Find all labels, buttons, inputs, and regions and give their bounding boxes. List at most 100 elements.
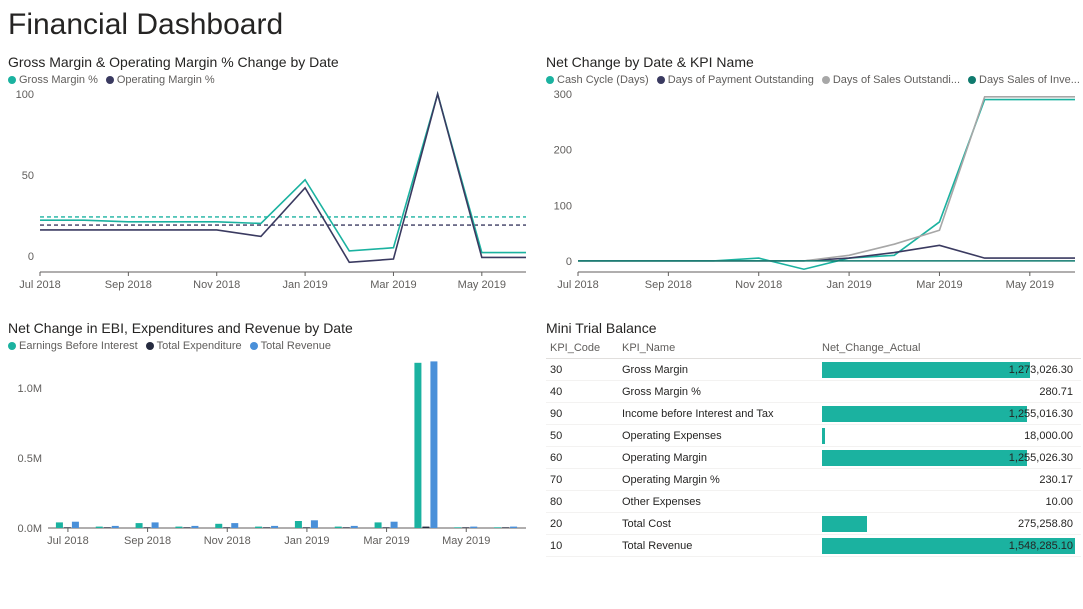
panel-gross-margin: Gross Margin & Operating Margin % Change… [8,54,532,304]
svg-text:Mar 2019: Mar 2019 [363,535,409,547]
legend-swatch [968,76,976,84]
svg-text:Jan 2019: Jan 2019 [826,279,871,291]
svg-text:Sep 2018: Sep 2018 [105,279,152,291]
svg-text:Jul 2018: Jul 2018 [557,279,599,291]
legend-label: Total Revenue [261,340,331,352]
svg-text:Jan 2019: Jan 2019 [282,279,327,291]
svg-text:0: 0 [566,256,572,268]
cell-kpi-name: Operating Margin [618,447,818,469]
legend-label: Earnings Before Interest [19,340,138,352]
table-row[interactable]: 40Gross Margin %280.71 [546,381,1081,403]
legend-label: Days of Sales Outstandi... [833,74,960,86]
table-row[interactable]: 30Gross Margin1,273,026.30 [546,359,1081,381]
legend-swatch [822,76,830,84]
table-row[interactable]: 90Income before Interest and Tax1,255,01… [546,403,1081,425]
svg-text:100: 100 [16,90,34,101]
table-row[interactable]: 60Operating Margin1,255,026.30 [546,447,1081,469]
svg-text:May 2019: May 2019 [1006,279,1054,291]
cell-net-change: 1,273,026.30 [818,359,1081,381]
cell-kpi-name: Income before Interest and Tax [618,403,818,425]
svg-text:0.0M: 0.0M [18,523,42,535]
cell-kpi-name: Operating Margin % [618,469,818,491]
svg-text:200: 200 [554,145,572,157]
panel-title: Gross Margin & Operating Margin % Change… [8,54,532,70]
legend-item[interactable]: Gross Margin % [8,74,98,86]
cell-kpi-name: Total Revenue [618,535,818,557]
panel-net-change-kpi: Net Change by Date & KPI Name Cash Cycle… [546,54,1081,304]
col-kpi-code[interactable]: KPI_Code [546,340,618,359]
dashboard-grid: Gross Margin & Operating Margin % Change… [8,54,1075,560]
svg-text:Jul 2018: Jul 2018 [19,279,61,291]
legend-swatch [8,76,16,84]
cell-net-change: 1,255,016.30 [818,403,1081,425]
legend-item[interactable]: Total Expenditure [146,340,242,352]
cell-kpi-code: 20 [546,513,618,535]
table-row[interactable]: 10Total Revenue1,548,285.10 [546,535,1081,557]
legend-label: Cash Cycle (Days) [557,74,649,86]
cell-kpi-name: Gross Margin % [618,381,818,403]
legend-item[interactable]: Cash Cycle (Days) [546,74,649,86]
legend-swatch [146,342,154,350]
table-row[interactable]: 50Operating Expenses18,000.00 [546,425,1081,447]
page-title: Financial Dashboard [8,0,1075,54]
table-row[interactable]: 70Operating Margin %230.17 [546,469,1081,491]
legend-item[interactable]: Days Sales of Inve... [968,74,1080,86]
chart-gross-margin[interactable]: 050100Jul 2018Sep 2018Nov 2018Jan 2019Ma… [8,90,532,304]
svg-text:1.0M: 1.0M [18,383,42,395]
legend-label: Days Sales of Inve... [979,74,1080,86]
panel-ebi: Net Change in EBI, Expenditures and Reve… [8,320,532,560]
legend-label: Operating Margin % [117,74,215,86]
svg-text:100: 100 [554,200,572,212]
svg-text:Sep 2018: Sep 2018 [124,535,171,547]
svg-text:Mar 2019: Mar 2019 [370,279,416,291]
cell-kpi-name: Operating Expenses [618,425,818,447]
legend-item[interactable]: Earnings Before Interest [8,340,138,352]
svg-text:Nov 2018: Nov 2018 [204,535,251,547]
cell-net-change: 230.17 [818,469,1081,491]
svg-text:300: 300 [554,90,572,101]
col-net-change[interactable]: Net_Change_Actual [818,340,1081,359]
legend: Gross Margin % Operating Margin % [8,74,532,86]
legend-swatch [546,76,554,84]
svg-text:0: 0 [28,251,34,263]
legend-label: Total Expenditure [157,340,242,352]
legend-label: Gross Margin % [19,74,98,86]
cell-kpi-name: Gross Margin [618,359,818,381]
legend: Earnings Before Interest Total Expenditur… [8,340,532,352]
svg-text:Mar 2019: Mar 2019 [916,279,962,291]
cell-kpi-code: 40 [546,381,618,403]
legend-item[interactable]: Days of Sales Outstandi... [822,74,960,86]
panel-title: Net Change by Date & KPI Name [546,54,1081,70]
svg-text:Nov 2018: Nov 2018 [735,279,782,291]
svg-text:May 2019: May 2019 [442,535,490,547]
legend-swatch [8,342,16,350]
chart-ebi[interactable]: 0.0M0.5M1.0MJul 2018Sep 2018Nov 2018Jan … [8,356,532,560]
col-kpi-name[interactable]: KPI_Name [618,340,818,359]
cell-kpi-code: 60 [546,447,618,469]
mini-trial-balance-table[interactable]: KPI_Code KPI_Name Net_Change_Actual 30Gr… [546,340,1081,557]
svg-text:Sep 2018: Sep 2018 [645,279,692,291]
legend-item[interactable]: Operating Margin % [106,74,215,86]
cell-kpi-code: 70 [546,469,618,491]
legend-swatch [657,76,665,84]
cell-kpi-code: 90 [546,403,618,425]
chart-net-change-kpi[interactable]: 0 100 200 300 Jul 2018 Sep 2018 Nov 2018 Jan 20… [546,90,1081,304]
panel-title: Mini Trial Balance [546,320,1081,336]
svg-text:May 2019: May 2019 [458,279,506,291]
table-row[interactable]: 80Other Expenses10.00 [546,491,1081,513]
cell-kpi-name: Total Cost [618,513,818,535]
legend-item[interactable]: Days of Payment Outstanding [657,74,814,86]
table-row[interactable]: 20Total Cost275,258.80 [546,513,1081,535]
cell-net-change: 275,258.80 [818,513,1081,535]
panel-mini-trial-balance: Mini Trial Balance KPI_Code KPI_Name Net… [546,320,1081,560]
svg-text:0.5M: 0.5M [18,453,42,465]
legend-swatch [250,342,258,350]
cell-kpi-name: Other Expenses [618,491,818,513]
svg-text:Nov 2018: Nov 2018 [193,279,240,291]
legend-item[interactable]: Total Revenue [250,340,331,352]
svg-text:Jan 2019: Jan 2019 [284,535,329,547]
cell-kpi-code: 10 [546,535,618,557]
cell-net-change: 1,548,285.10 [818,535,1081,557]
legend-swatch [106,76,114,84]
cell-net-change: 18,000.00 [818,425,1081,447]
